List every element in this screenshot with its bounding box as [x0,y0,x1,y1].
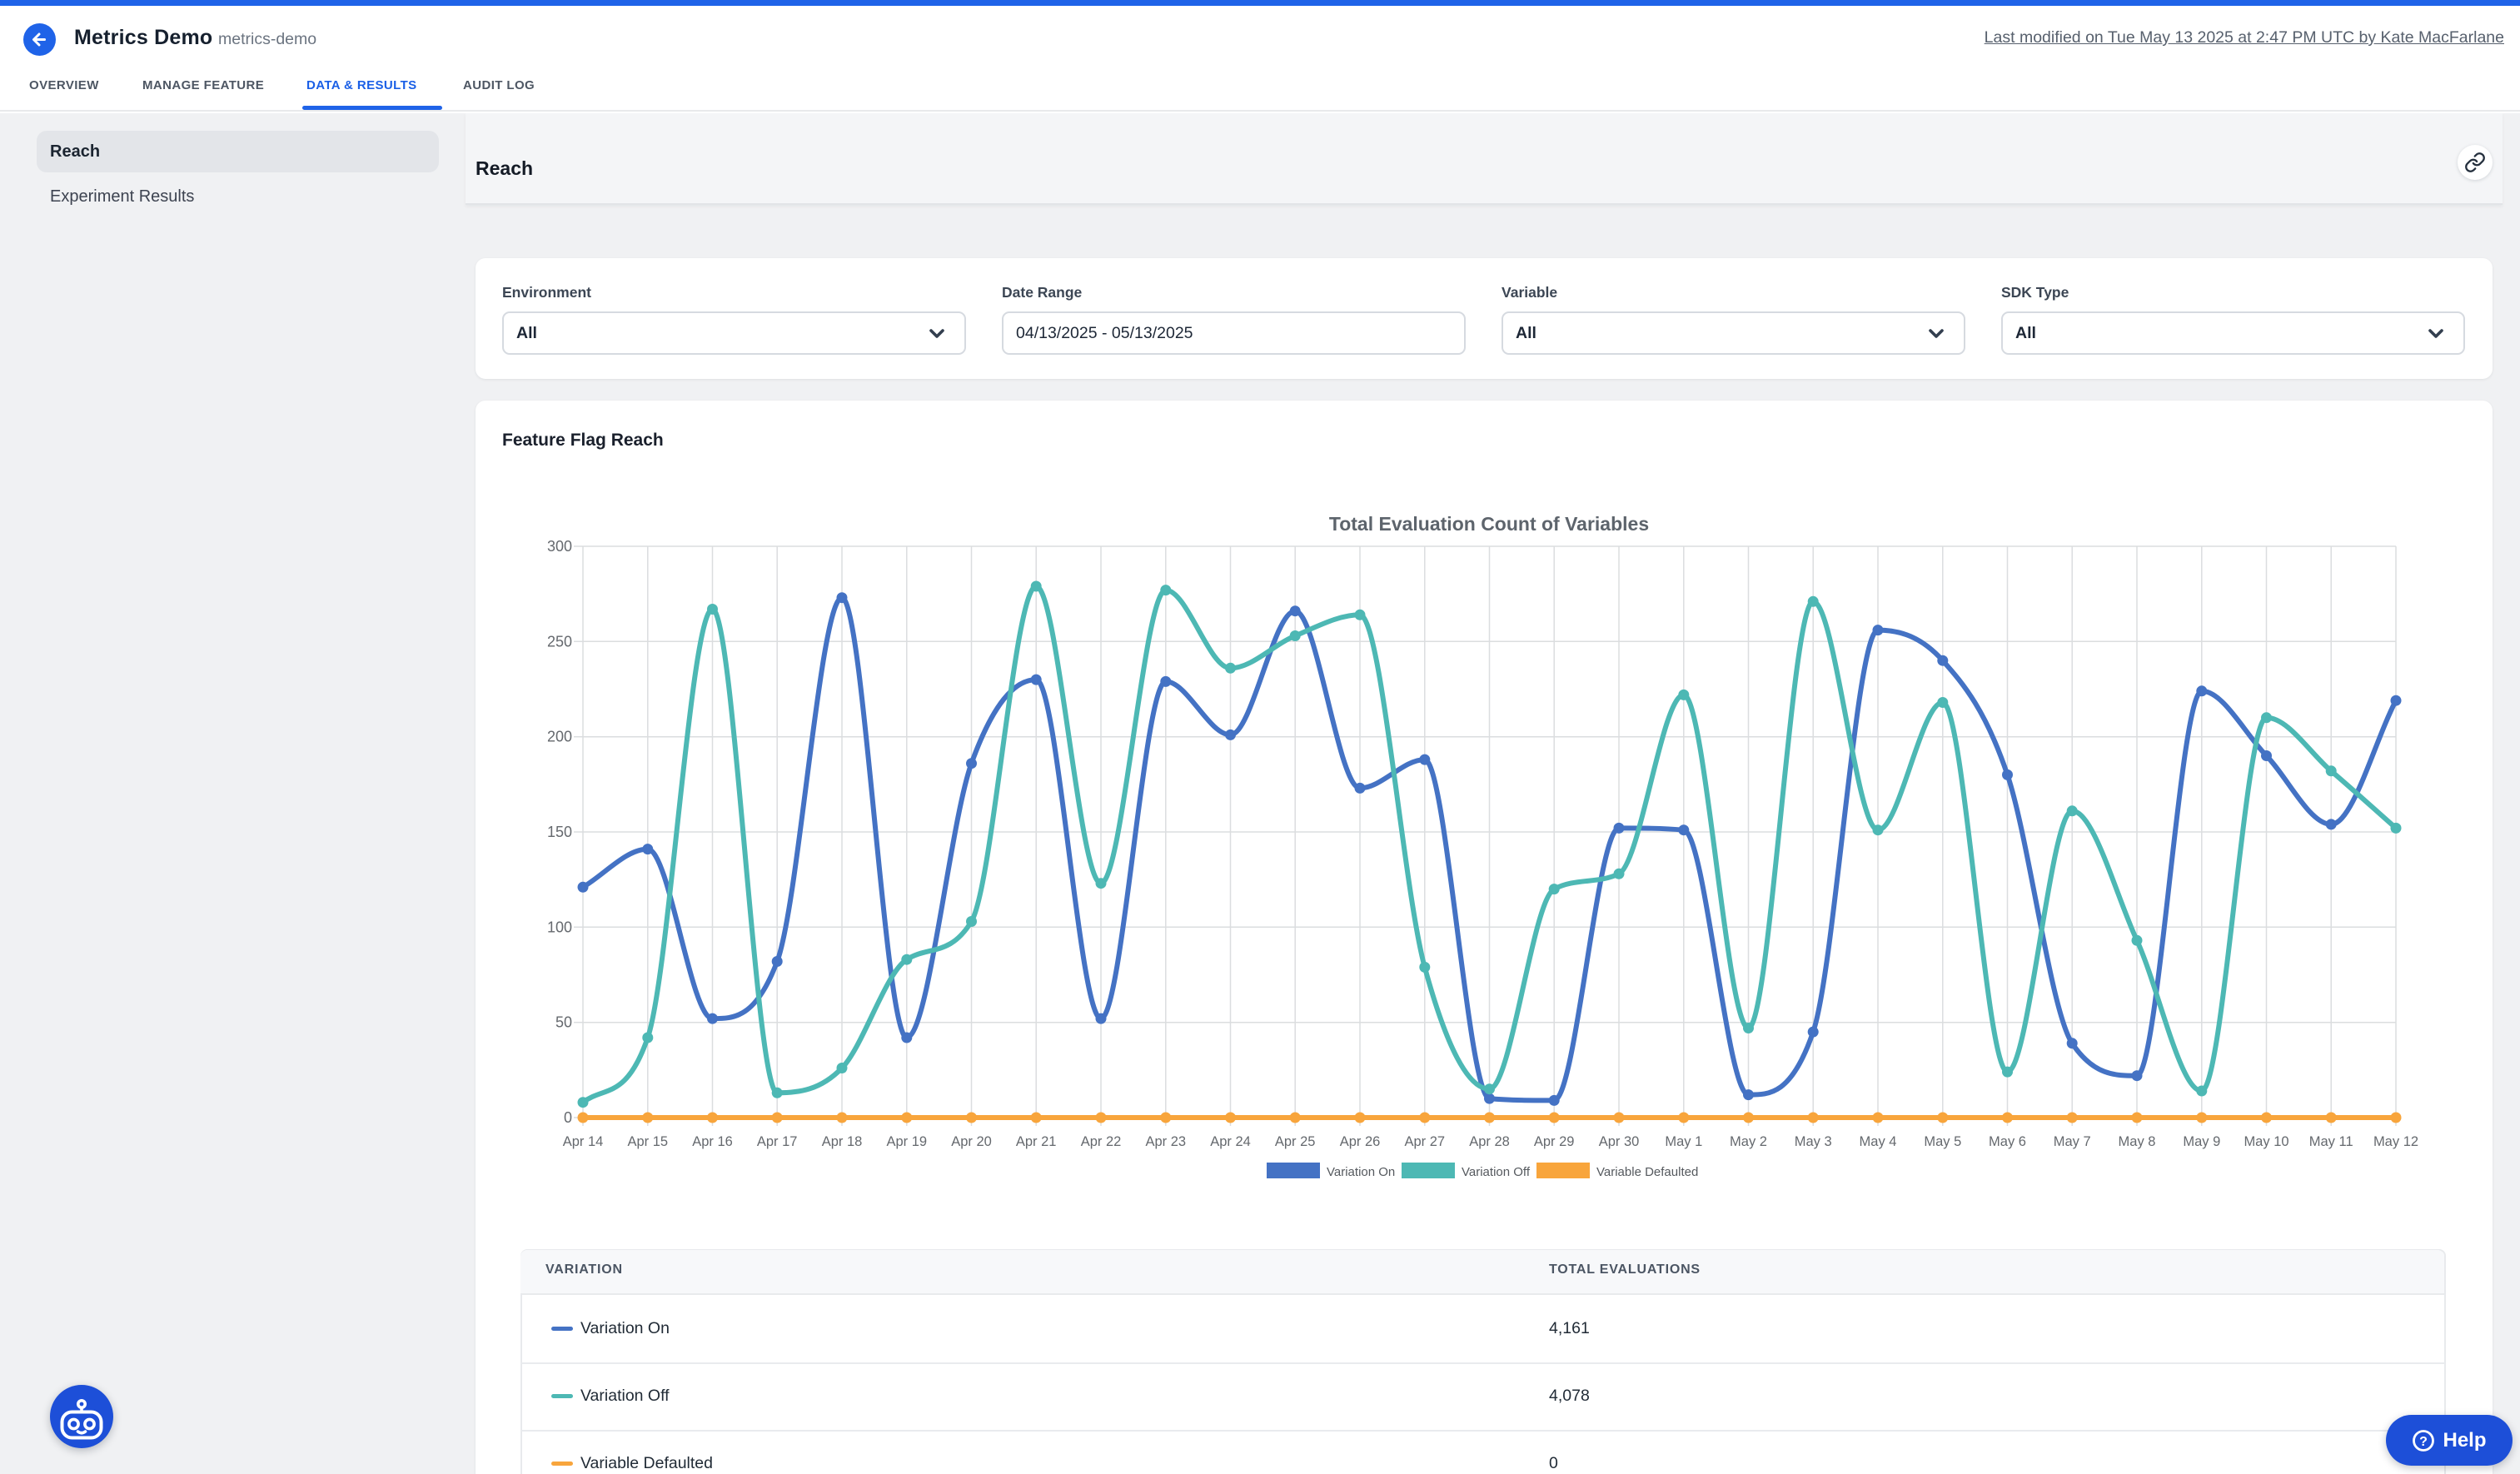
svg-text:Apr 30: Apr 30 [1599,1134,1640,1149]
svg-text:May 6: May 6 [1989,1134,2026,1149]
svg-text:Apr 16: Apr 16 [692,1134,733,1149]
svg-text:Apr 17: Apr 17 [757,1134,798,1149]
svg-text:Apr 29: Apr 29 [1534,1134,1575,1149]
svg-text:100: 100 [547,919,572,935]
svg-text:May 8: May 8 [2119,1134,2156,1149]
svg-text:May 7: May 7 [2054,1134,2091,1149]
svg-text:50: 50 [555,1014,572,1031]
svg-text:Apr 24: Apr 24 [1210,1134,1251,1149]
svg-text:Total Evaluation Count of Vari: Total Evaluation Count of Variables [1329,513,1649,535]
svg-text:May 3: May 3 [1795,1134,1832,1149]
svg-text:May 12: May 12 [2373,1134,2418,1149]
svg-text:May 9: May 9 [2183,1134,2220,1149]
svg-text:300: 300 [547,538,572,555]
svg-text:Variation On: Variation On [1327,1165,1395,1179]
svg-text:Apr 25: Apr 25 [1275,1134,1316,1149]
svg-text:0: 0 [564,1109,572,1126]
svg-text:Apr 18: Apr 18 [822,1134,863,1149]
svg-text:Apr 22: Apr 22 [1081,1134,1122,1149]
svg-text:150: 150 [547,824,572,840]
svg-text:May 10: May 10 [2244,1134,2288,1149]
svg-text:200: 200 [547,729,572,745]
svg-text:Apr 28: Apr 28 [1469,1134,1510,1149]
svg-text:Apr 26: Apr 26 [1340,1134,1381,1149]
svg-text:?: ? [2420,1435,2428,1449]
svg-text:Apr 15: Apr 15 [627,1134,668,1149]
svg-text:Apr 14: Apr 14 [563,1134,604,1149]
svg-text:May 1: May 1 [1665,1134,1702,1149]
svg-text:May 5: May 5 [1924,1134,1961,1149]
svg-text:May 11: May 11 [2309,1134,2353,1149]
svg-text:Apr 20: Apr 20 [951,1134,992,1149]
svg-text:Apr 21: Apr 21 [1016,1134,1057,1149]
svg-text:Variable Defaulted: Variable Defaulted [1596,1165,1698,1179]
svg-text:Apr 19: Apr 19 [886,1134,927,1149]
svg-text:May 2: May 2 [1730,1134,1767,1149]
svg-text:May 4: May 4 [1860,1134,1897,1149]
svg-text:Apr 27: Apr 27 [1404,1134,1445,1149]
svg-text:Apr 23: Apr 23 [1145,1134,1186,1149]
svg-text:Variation Off: Variation Off [1462,1165,1531,1179]
svg-text:250: 250 [547,633,572,650]
